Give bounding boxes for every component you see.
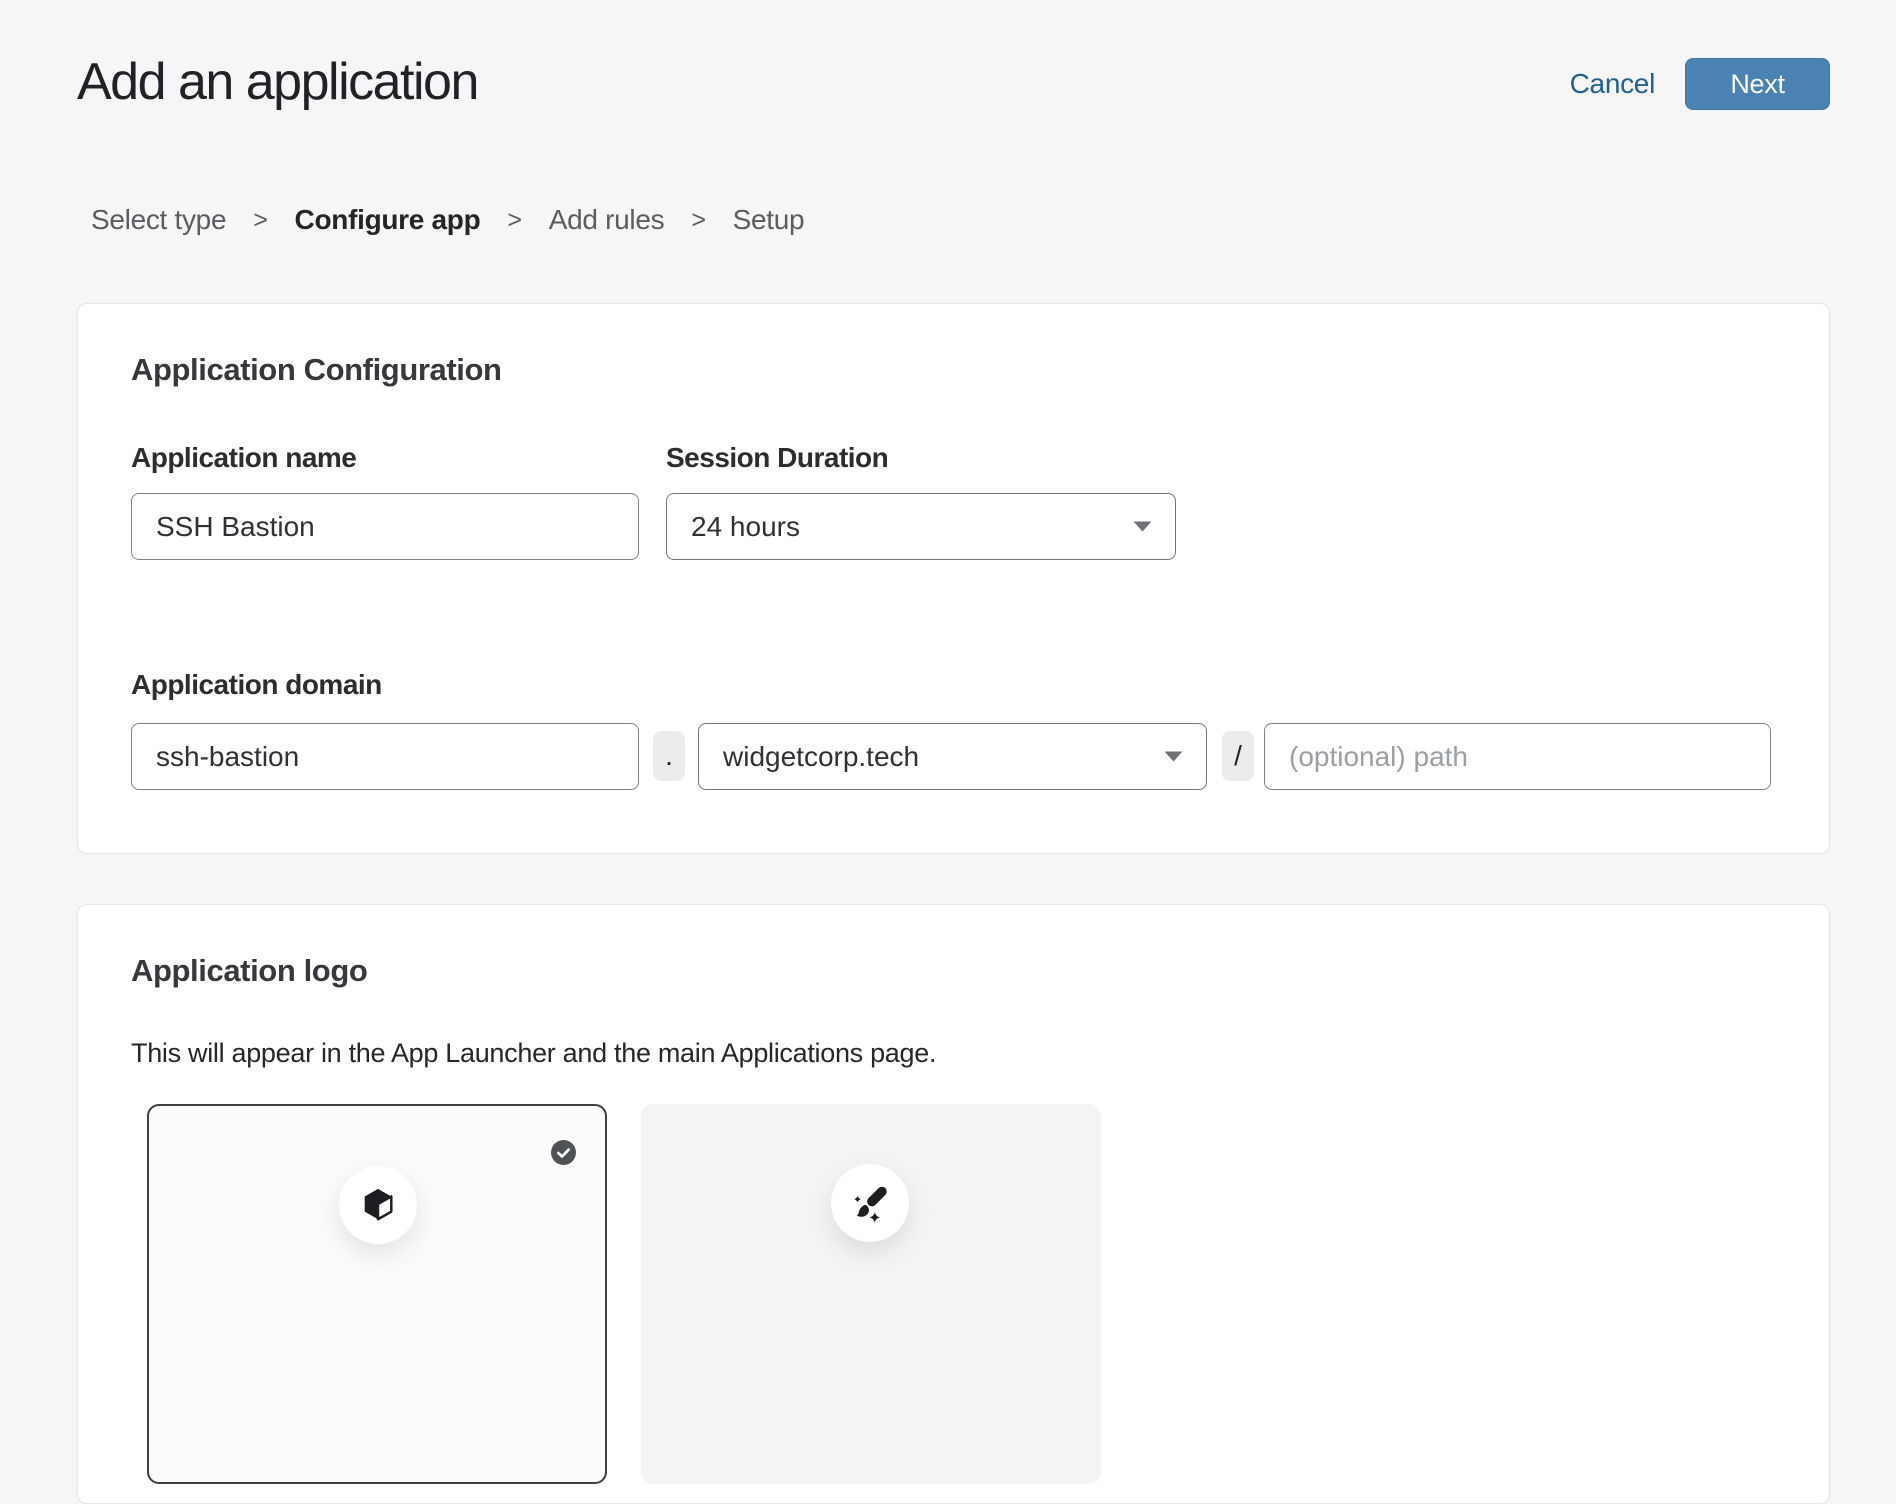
paintbrush-icon [847,1180,893,1226]
session-duration-label: Session Duration [666,442,888,474]
cancel-button[interactable]: Cancel [1570,68,1655,100]
header-actions: Cancel Next [1570,58,1830,110]
cube-icon [359,1186,397,1224]
breadcrumb: Select type > Configure app > Add rules … [91,204,804,236]
application-logo-card: Application logo This will appear in the… [77,904,1830,1504]
dot-separator-badge: . [653,731,685,781]
step-select-type[interactable]: Select type [91,204,226,236]
breadcrumb-separator: > [507,206,521,235]
logo-card-heading: Application logo [131,953,367,989]
logo-preview-circle [831,1164,909,1242]
session-duration-select[interactable]: 24 hours [666,493,1176,560]
logo-option-custom-brush[interactable] [641,1104,1101,1484]
chevron-down-icon [1132,520,1153,533]
slash-separator-badge: / [1222,731,1254,781]
domain-select[interactable]: widgetcorp.tech [698,723,1207,790]
chevron-down-icon [1163,750,1184,763]
application-name-label: Application name [131,442,356,474]
check-circle-icon [551,1140,576,1165]
application-configuration-card: Application Configuration Application na… [77,303,1830,854]
page-title: Add an application [77,54,478,111]
step-setup[interactable]: Setup [733,204,805,236]
logo-card-description: This will appear in the App Launcher and… [131,1038,936,1069]
application-domain-label: Application domain [131,669,382,701]
next-button[interactable]: Next [1685,58,1830,110]
domain-value: widgetcorp.tech [723,741,919,773]
breadcrumb-separator: > [253,206,267,235]
logo-option-default-cube[interactable] [147,1104,607,1484]
session-duration-value: 24 hours [691,511,800,543]
logo-preview-circle [339,1166,417,1244]
step-configure-app[interactable]: Configure app [295,204,481,236]
subdomain-input[interactable] [131,723,639,790]
application-name-input[interactable] [131,493,639,560]
breadcrumb-separator: > [691,206,705,235]
path-input[interactable] [1264,723,1771,790]
step-add-rules[interactable]: Add rules [549,204,665,236]
config-card-heading: Application Configuration [131,352,502,388]
